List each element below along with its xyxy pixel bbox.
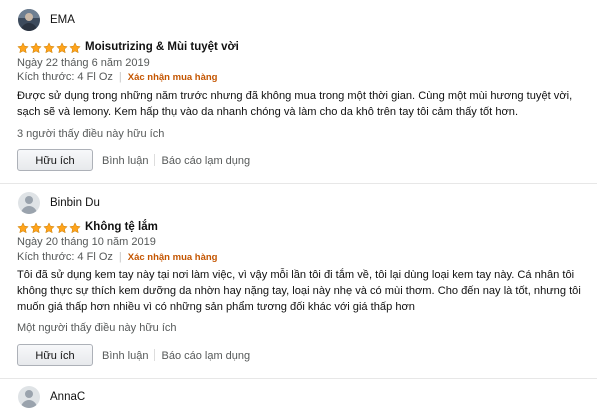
review-meta: Kích thước: 4 Fl Oz | Xác nhận mua hàng	[17, 71, 218, 83]
review-date: Ngày 20 tháng 10 năm 2019	[17, 236, 156, 248]
review-title[interactable]: Moisutrizing & Mùi tuyệt vời	[85, 41, 239, 53]
review-body: Được sử dụng trong những năm trước nhưng…	[17, 90, 573, 118]
verified-purchase-badge: Xác nhận mua hàng	[127, 252, 218, 263]
review-title[interactable]: Không tệ lắm	[85, 221, 158, 233]
star-icon	[69, 222, 81, 234]
reviewer-name[interactable]: AnnaC	[50, 391, 85, 403]
star-rating[interactable]	[17, 222, 82, 234]
star-rating[interactable]	[17, 42, 82, 54]
helpful-button[interactable]: Hữu ích	[17, 149, 93, 171]
review-separator	[0, 378, 597, 379]
comment-link[interactable]: Bình luận	[102, 155, 148, 167]
helpful-count: Một người thấy điều này hữu ích	[17, 322, 177, 334]
helpful-count: 3 người thấy điều này hữu ích	[17, 128, 165, 140]
review-date: Ngày 22 tháng 6 năm 2019	[17, 57, 150, 69]
divider	[154, 154, 156, 166]
product-size[interactable]: Kích thước: 4 Fl Oz	[17, 71, 113, 83]
star-icon	[43, 222, 55, 234]
avatar[interactable]	[18, 9, 40, 31]
report-abuse-link[interactable]: Báo cáo lạm dụng	[161, 155, 250, 167]
product-size[interactable]: Kích thước: 4 Fl Oz	[17, 251, 113, 263]
avatar[interactable]	[18, 386, 40, 408]
divider	[154, 349, 156, 361]
star-icon	[30, 42, 42, 54]
star-icon	[43, 42, 55, 54]
review-body: Tôi đã sử dụng kem tay này tại nơi làm v…	[17, 269, 581, 313]
review-separator	[0, 183, 597, 184]
helpful-button[interactable]: Hữu ích	[17, 344, 93, 366]
avatar[interactable]	[18, 192, 40, 214]
reviewer-name[interactable]: Binbin Du	[50, 197, 100, 209]
verified-purchase-badge: Xác nhận mua hàng	[127, 72, 218, 83]
review-actions: Bình luận Báo cáo lạm dụng	[102, 349, 250, 362]
review-meta: Kích thước: 4 Fl Oz | Xác nhận mua hàng	[17, 251, 218, 263]
star-icon	[69, 42, 81, 54]
reviewer-name[interactable]: EMA	[50, 14, 75, 26]
comment-link[interactable]: Bình luận	[102, 350, 148, 362]
star-icon	[56, 42, 68, 54]
star-icon	[17, 42, 29, 54]
star-icon	[30, 222, 42, 234]
report-abuse-link[interactable]: Báo cáo lạm dụng	[161, 350, 250, 362]
review-actions: Bình luận Báo cáo lạm dụng	[102, 154, 250, 167]
star-icon	[56, 222, 68, 234]
star-icon	[17, 222, 29, 234]
